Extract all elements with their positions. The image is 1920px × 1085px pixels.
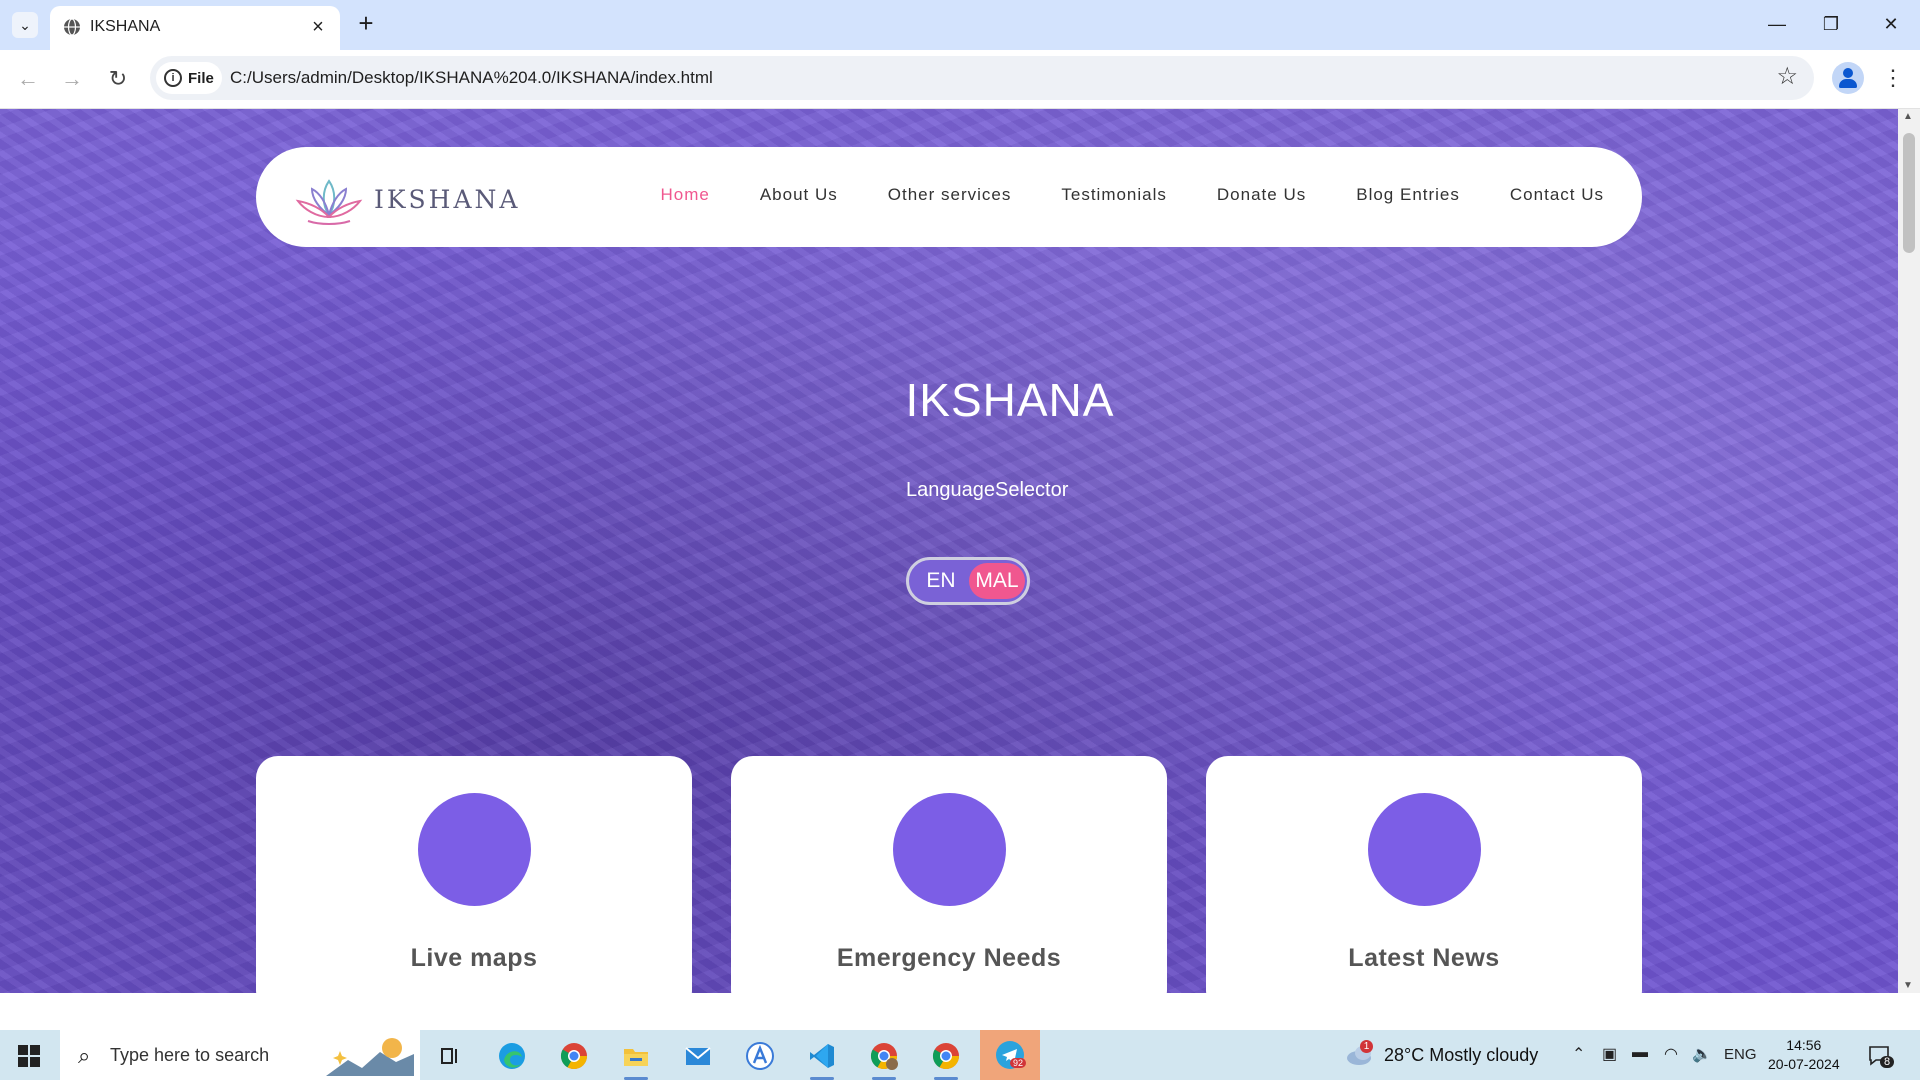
chevron-up-icon[interactable]: ⌃ [1572, 1044, 1585, 1064]
weather-text[interactable]: 28°C Mostly cloudy [1384, 1045, 1538, 1066]
windows-taskbar: ⌕ Type here to search 92 1 28°C Mostly c… [0, 1030, 1920, 1080]
minimize-icon[interactable]: — [1754, 8, 1800, 40]
nav-links: Home About Us Other services Testimonial… [660, 185, 1604, 205]
card-icon-circle [1368, 793, 1481, 906]
globe-icon [64, 18, 80, 36]
clock-time: 14:56 [1786, 1037, 1822, 1053]
edge-icon[interactable] [496, 1040, 528, 1072]
telegram-badge: 92 [1010, 1058, 1027, 1068]
search-icon: ⌕ [78, 1043, 91, 1068]
card-icon-circle [893, 793, 1006, 906]
hero-title: IKSHANA [905, 374, 1115, 426]
card-title: Emergency Needs [836, 944, 1062, 972]
nav-blog-entries[interactable]: Blog Entries [1356, 185, 1460, 205]
back-icon[interactable]: ← [12, 63, 44, 95]
tab-search-icon[interactable]: ⌄ [12, 12, 38, 38]
nav-other-services[interactable]: Other services [888, 185, 1012, 205]
site-navbar: IKSHANA Home About Us Other services Tes… [256, 147, 1642, 247]
nav-testimonials[interactable]: Testimonials [1061, 185, 1167, 205]
url-text[interactable]: C:/Users/admin/Desktop/IKSHANA%204.0/IKS… [230, 68, 713, 88]
task-view-icon[interactable] [434, 1040, 466, 1072]
card-title: Latest News [1348, 944, 1500, 972]
language-toggle[interactable]: EN MAL [906, 557, 1030, 605]
app-store-icon[interactable] [744, 1040, 776, 1072]
system-clock[interactable]: 14:56 20-07-2024 [1768, 1036, 1840, 1074]
notification-count: 8 [1880, 1056, 1895, 1068]
info-icon: i [164, 69, 182, 87]
card-live-maps[interactable]: Live maps [256, 756, 692, 993]
windows-start-icon[interactable] [18, 1045, 40, 1067]
language-selector-label: LanguageSelector [906, 479, 1069, 501]
battery-icon[interactable]: ▬ [1632, 1044, 1648, 1062]
tab-strip: ⌄ IKSHANA × + — ❐ ✕ [0, 0, 1920, 50]
close-icon[interactable]: × [306, 15, 330, 39]
bookmark-star-icon[interactable]: ☆ [1776, 64, 1798, 90]
card-icon-circle [418, 793, 531, 906]
scroll-down-icon[interactable]: ▼ [1903, 980, 1913, 991]
nav-about-us[interactable]: About Us [760, 185, 838, 205]
chrome-profile-icon[interactable] [868, 1040, 900, 1080]
address-bar[interactable]: i File C:/Users/admin/Desktop/IKSHANA%20… [150, 56, 1814, 100]
search-highlight-icon [326, 1038, 414, 1076]
restore-icon[interactable]: ❐ [1808, 8, 1854, 40]
page-scrollbar[interactable]: ▲ ▼ [1898, 109, 1920, 993]
brand-name[interactable]: IKSHANA [374, 185, 520, 214]
clock-date: 20-07-2024 [1768, 1056, 1840, 1072]
menu-icon[interactable]: ⋮ [1882, 62, 1904, 94]
lang-mal-option[interactable]: MAL [969, 563, 1025, 599]
reload-icon[interactable]: ↻ [102, 63, 134, 95]
card-latest-news[interactable]: Latest News [1206, 756, 1642, 993]
site-info-chip[interactable]: i File [156, 62, 222, 94]
browser-tab[interactable]: IKSHANA × [50, 6, 340, 50]
chrome-active-icon[interactable] [930, 1040, 962, 1080]
weather-badge: 1 [1360, 1040, 1373, 1053]
chrome-icon[interactable] [558, 1040, 590, 1072]
mail-icon[interactable] [682, 1040, 714, 1072]
nav-home[interactable]: Home [660, 185, 709, 205]
lotus-logo-icon[interactable] [294, 175, 364, 227]
browser-toolbar: ← → ↻ i File C:/Users/admin/Desktop/IKSH… [0, 50, 1920, 109]
search-placeholder: Type here to search [110, 1045, 270, 1065]
window-close-icon[interactable]: ✕ [1868, 8, 1914, 40]
scrollbar-thumb[interactable] [1903, 133, 1915, 253]
file-chip-label: File [188, 69, 214, 87]
volume-icon[interactable]: 🔈 [1692, 1044, 1712, 1064]
vscode-icon[interactable] [806, 1040, 838, 1080]
network-icon[interactable]: ▣ [1602, 1044, 1617, 1064]
scroll-up-icon[interactable]: ▲ [1903, 111, 1913, 122]
nav-contact-us[interactable]: Contact Us [1510, 185, 1604, 205]
forward-icon[interactable]: → [56, 63, 88, 95]
wifi-icon[interactable]: ◠ [1664, 1044, 1678, 1064]
profile-icon[interactable] [1832, 62, 1864, 94]
card-title: Live maps [410, 944, 538, 972]
input-language[interactable]: ENG [1724, 1046, 1757, 1063]
file-explorer-icon[interactable] [620, 1040, 652, 1080]
taskbar-search-box[interactable]: ⌕ Type here to search [60, 1030, 420, 1080]
lang-en-option[interactable]: EN [913, 563, 969, 599]
card-emergency-needs[interactable]: Emergency Needs [731, 756, 1167, 993]
new-tab-icon[interactable]: + [352, 10, 380, 38]
nav-donate-us[interactable]: Donate Us [1217, 185, 1306, 205]
tab-title: IKSHANA [90, 18, 161, 35]
telegram-icon[interactable]: 92 [980, 1030, 1040, 1080]
page-viewport: IKSHANA Home About Us Other services Tes… [0, 109, 1898, 993]
